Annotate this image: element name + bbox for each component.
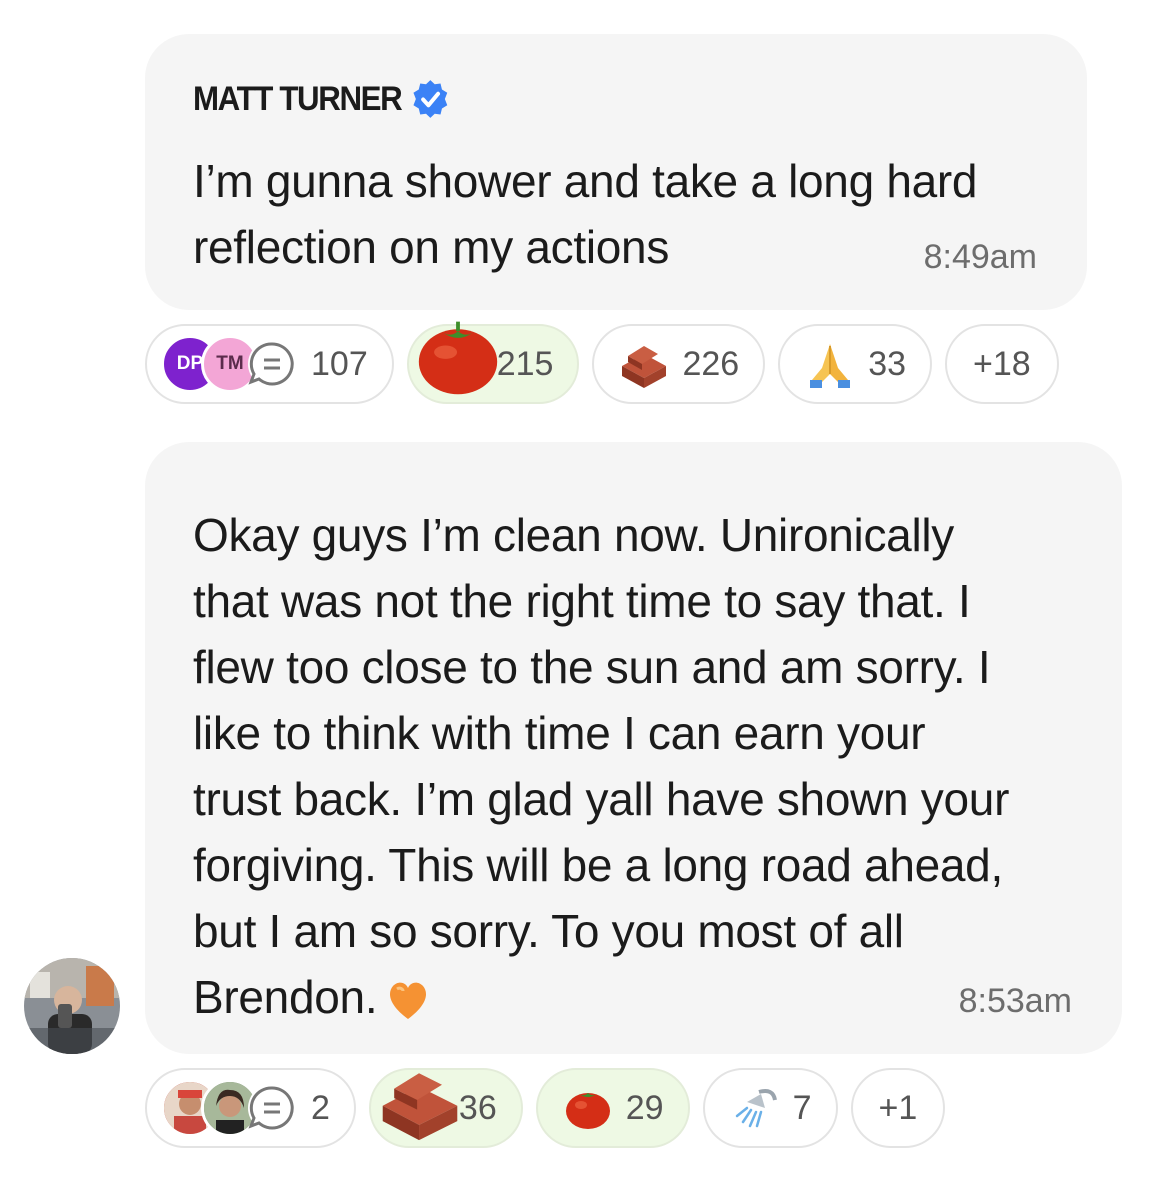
commenter-avatars xyxy=(161,1079,299,1137)
comment-icon xyxy=(248,340,296,388)
comments-pill[interactable]: 2 xyxy=(145,1068,356,1148)
author-name-row: MATT TURNER xyxy=(193,78,449,120)
message-text: Okay guys I’m clean now. Unironically th… xyxy=(193,502,1093,1030)
tomato-count: 29 xyxy=(625,1088,664,1127)
pray-reaction[interactable]: 33 xyxy=(778,324,933,404)
shower-count: 7 xyxy=(792,1088,812,1127)
avatar[interactable] xyxy=(24,958,120,1054)
message-text-body: Okay guys I’m clean now. Unironically th… xyxy=(193,509,1010,1023)
brick-count: 226 xyxy=(682,344,740,383)
more-reactions-count: +1 xyxy=(878,1088,918,1127)
message-bubble-2[interactable]: Okay guys I’m clean now. Unironically th… xyxy=(145,442,1122,1054)
brick-count: 36 xyxy=(458,1088,497,1127)
tomato-reaction[interactable]: 29 xyxy=(535,1068,690,1148)
brick-emoji-icon xyxy=(382,1073,458,1141)
more-reactions-count: +18 xyxy=(973,344,1031,383)
shower-emoji-icon xyxy=(735,1089,777,1128)
comment-count: 107 xyxy=(311,344,368,383)
profile-photo xyxy=(24,958,120,1054)
comment-count: 2 xyxy=(311,1088,330,1127)
timestamp: 8:49am xyxy=(923,238,1037,276)
orange-heart-icon xyxy=(390,982,427,1019)
comments-pill[interactable]: DP TM 107 xyxy=(145,324,394,404)
tomato-count: 215 xyxy=(496,344,554,383)
shower-reaction[interactable]: 7 xyxy=(702,1068,838,1148)
brick-emoji-icon xyxy=(622,346,667,388)
timestamp: 8:53am xyxy=(958,982,1072,1020)
comment-icon xyxy=(248,1084,296,1132)
tomato-emoji-icon xyxy=(565,1093,610,1129)
author-name[interactable]: MATT TURNER xyxy=(193,80,403,119)
verified-badge-icon xyxy=(412,80,447,118)
tomato-reaction[interactable]: 215 xyxy=(406,321,580,404)
brick-reaction[interactable]: 226 xyxy=(592,324,766,404)
pray-emoji-icon xyxy=(810,344,851,388)
commenter-avatars: DP TM xyxy=(161,335,299,393)
message-bubble-1[interactable]: MATT TURNER I’m gunna shower and take a … xyxy=(145,34,1087,310)
reaction-row-1: DP TM 107 215 226 33 +18 xyxy=(145,321,1059,406)
reaction-row-2: 2 36 29 7 +1 xyxy=(145,1066,946,1150)
more-reactions-button[interactable]: +18 xyxy=(945,324,1059,404)
tomato-emoji-icon xyxy=(418,321,497,395)
brick-reaction[interactable]: 36 xyxy=(368,1068,523,1148)
pray-count: 33 xyxy=(868,344,907,383)
more-reactions-button[interactable]: +1 xyxy=(850,1068,946,1148)
